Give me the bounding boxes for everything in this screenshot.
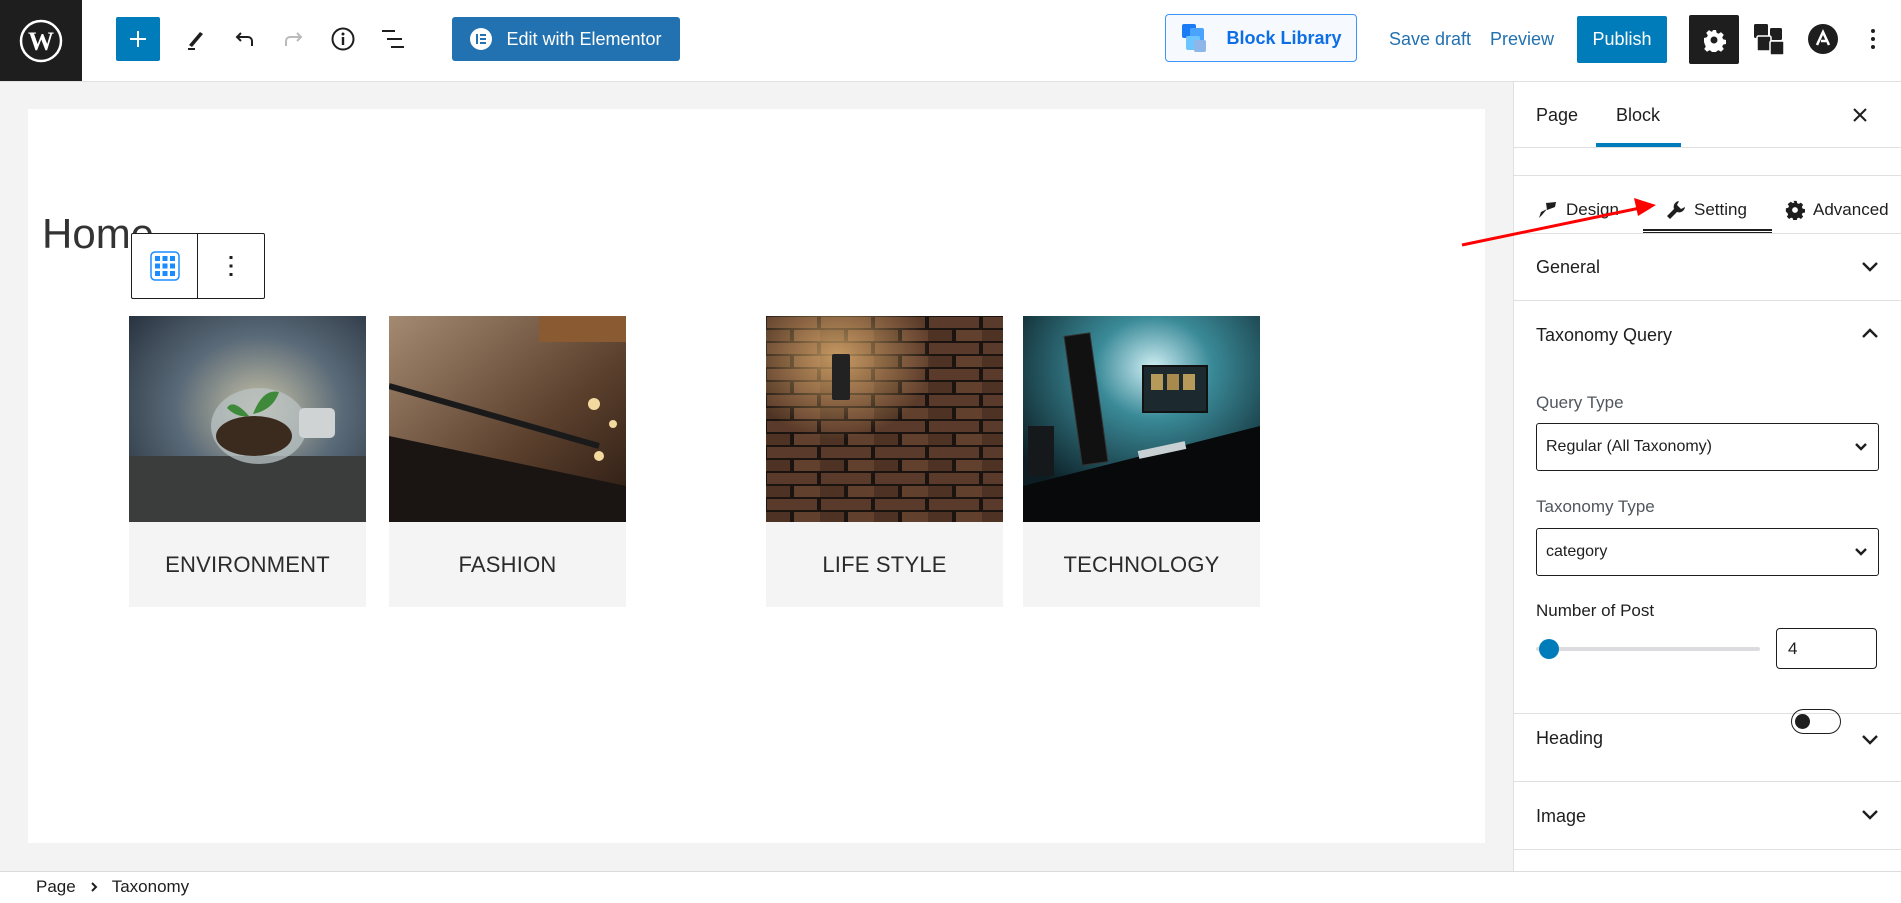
- divider: [1514, 147, 1901, 148]
- details-button[interactable]: [325, 17, 361, 61]
- card-label: TECHNOLOGY: [1063, 551, 1220, 577]
- divider: [1514, 849, 1901, 850]
- panel-image[interactable]: Image: [1514, 782, 1901, 850]
- gear-icon: [1785, 200, 1805, 220]
- block-toolbar: [131, 233, 265, 299]
- save-draft-button[interactable]: Save draft: [1375, 17, 1485, 61]
- breadcrumb-item-taxonomy[interactable]: Taxonomy: [112, 877, 189, 897]
- options-button[interactable]: [1860, 17, 1886, 61]
- more-vertical-icon: [229, 256, 233, 276]
- subtab-advanced[interactable]: Advanced: [1785, 190, 1889, 230]
- card-image-technology: [1023, 316, 1260, 522]
- panel-title: Image: [1536, 805, 1587, 826]
- chevron-right-icon: [90, 882, 98, 892]
- astra-button[interactable]: [1803, 17, 1843, 61]
- query-type-select[interactable]: Regular (All Taxonomy): [1536, 423, 1879, 471]
- subtab-setting[interactable]: Setting: [1666, 190, 1747, 230]
- tab-page[interactable]: Page: [1536, 82, 1578, 148]
- blocks-icon: [1754, 24, 1785, 56]
- taxonomy-type-label: Taxonomy Type: [1536, 497, 1655, 516]
- add-block-button[interactable]: [116, 17, 160, 61]
- panel-general[interactable]: General: [1514, 234, 1901, 300]
- number-of-post-input[interactable]: [1776, 628, 1877, 669]
- undo-icon: [235, 32, 253, 46]
- card-image-environment: [129, 316, 366, 522]
- redo-icon: [285, 32, 303, 46]
- taxonomy-card[interactable]: FASHION: [389, 316, 626, 607]
- block-type-button[interactable]: [132, 234, 198, 298]
- breadcrumb: Page Taxonomy: [36, 877, 189, 897]
- blocks-button[interactable]: [1750, 17, 1788, 61]
- panel-title: Taxonomy Query: [1536, 324, 1673, 345]
- undo-button[interactable]: [226, 17, 262, 61]
- wordpress-logo-button[interactable]: W: [0, 0, 82, 81]
- kebab-icon: [1871, 29, 1875, 49]
- plus-icon: [130, 31, 146, 47]
- card-image-lifestyle: [766, 316, 1003, 522]
- breadcrumb-item-page[interactable]: Page: [36, 877, 76, 897]
- chevron-down-icon: [1855, 548, 1867, 556]
- svg-text:W: W: [28, 27, 54, 56]
- settings-sidebar: Page Block Design Setting Advanced Gener…: [1513, 82, 1901, 871]
- subtab-label: Design: [1566, 200, 1619, 219]
- list-view-icon: [382, 30, 404, 48]
- close-icon: [1853, 108, 1867, 122]
- card-label: LIFE STYLE: [822, 551, 947, 577]
- block-library-button[interactable]: Block Library: [1165, 14, 1357, 62]
- brush-icon: [1539, 202, 1556, 218]
- gear-icon: [1704, 29, 1726, 52]
- grid-icon: [149, 251, 180, 281]
- taxonomy-card[interactable]: ENVIRONMENT: [129, 316, 366, 607]
- block-options-button[interactable]: [198, 234, 264, 298]
- wrench-icon: [1667, 201, 1685, 219]
- taxonomy-type-select[interactable]: category: [1536, 528, 1879, 576]
- tools-button[interactable]: [178, 17, 214, 61]
- divider: [1514, 300, 1901, 301]
- preview-button[interactable]: Preview: [1487, 17, 1557, 61]
- chevron-down-icon: [1862, 810, 1878, 820]
- card-label: ENVIRONMENT: [165, 551, 330, 577]
- block-library-icon: [1182, 24, 1207, 52]
- taxonomy-type-value: category: [1546, 543, 1608, 560]
- panel-heading[interactable]: Heading: [1514, 688, 1901, 788]
- pen-icon: [188, 32, 203, 50]
- taxonomy-card[interactable]: LIFE STYLE: [766, 316, 1003, 607]
- elementor-label: Edit with Elementor: [506, 28, 662, 49]
- info-icon: [331, 27, 355, 51]
- astra-icon: [1808, 24, 1838, 54]
- panel-title: General: [1536, 256, 1601, 277]
- query-type-value: Regular (All Taxonomy): [1546, 438, 1712, 455]
- block-library-label: Block Library: [1226, 27, 1342, 48]
- query-type-label: Query Type: [1536, 393, 1624, 412]
- wordpress-logo-icon: W: [19, 19, 63, 62]
- heading-toggle[interactable]: [1791, 709, 1841, 734]
- settings-button[interactable]: [1689, 15, 1739, 64]
- chevron-up-icon: [1862, 328, 1878, 338]
- subtab-label: Setting: [1694, 200, 1747, 219]
- chevron-down-icon: [1862, 262, 1878, 272]
- number-of-post-slider[interactable]: [1536, 647, 1760, 651]
- elementor-icon: [470, 28, 493, 50]
- edit-with-elementor-button[interactable]: Edit with Elementor: [452, 17, 680, 61]
- subtab-design[interactable]: Design: [1538, 190, 1619, 230]
- chevron-down-icon: [1862, 735, 1878, 745]
- editor-header: W Edit with Elementor Block Library Save…: [0, 0, 1901, 82]
- toggle-knob: [1795, 713, 1810, 729]
- tab-block[interactable]: Block: [1616, 82, 1660, 148]
- subtab-label: Advanced: [1813, 200, 1889, 219]
- editor-footer: Page Taxonomy: [0, 871, 1901, 903]
- card-image-fashion: [389, 316, 626, 522]
- chevron-down-icon: [1855, 443, 1867, 451]
- close-sidebar-button[interactable]: [1845, 100, 1875, 130]
- slider-thumb[interactable]: [1539, 639, 1560, 659]
- taxonomy-card[interactable]: TECHNOLOGY: [1023, 316, 1260, 607]
- card-label: FASHION: [458, 551, 557, 577]
- panel-taxonomy-query[interactable]: Taxonomy Query: [1514, 302, 1901, 368]
- publish-button[interactable]: Publish: [1577, 16, 1667, 63]
- redo-button[interactable]: [276, 17, 312, 61]
- panel-title: Heading: [1536, 727, 1604, 748]
- divider: [1514, 175, 1901, 176]
- list-view-button[interactable]: [375, 17, 411, 61]
- number-of-post-label: Number of Post: [1536, 601, 1655, 620]
